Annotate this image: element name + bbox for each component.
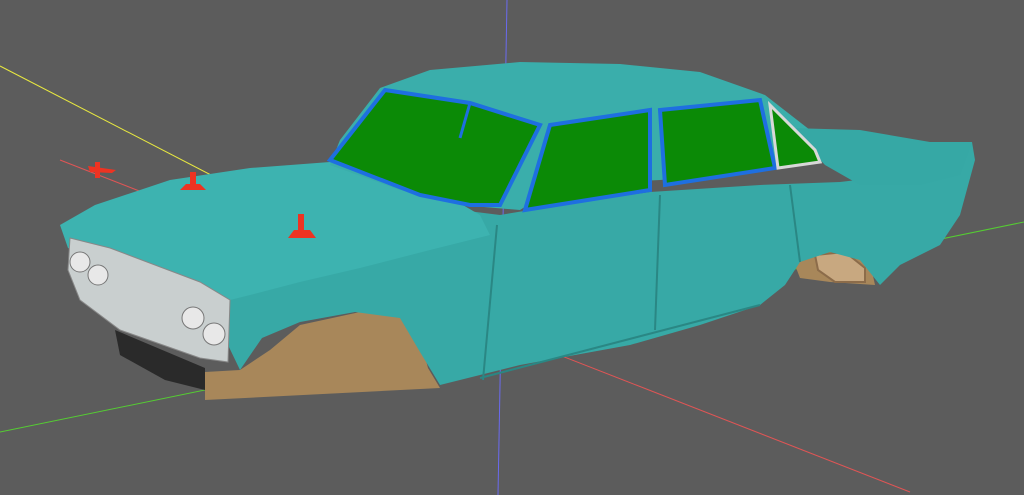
yellow-axis-line (0, 65, 241, 191)
viewport-canvas[interactable] (0, 0, 1024, 495)
marker-pin-3[interactable] (88, 162, 116, 178)
rear-door-window (657, 97, 778, 188)
headlight-left-inner (87, 264, 109, 286)
headlight-right-inner (181, 306, 205, 330)
headlight-right-outer (202, 322, 226, 346)
headlight-left-outer (69, 251, 91, 273)
3d-viewport[interactable] (0, 0, 1024, 495)
